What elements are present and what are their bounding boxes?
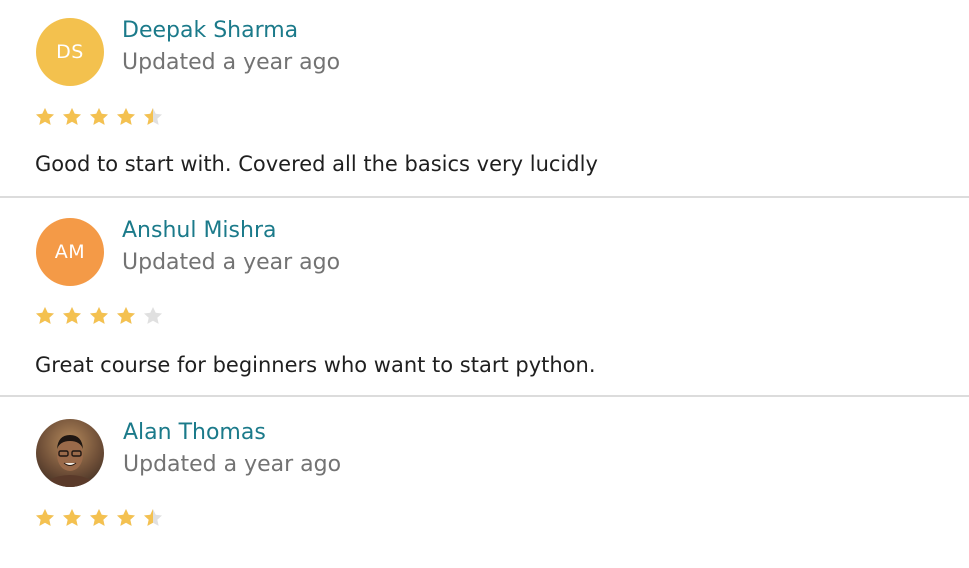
star-filled-icon	[36, 307, 54, 324]
review-date: Updated a year ago	[123, 452, 342, 477]
star-filled-icon	[90, 509, 108, 526]
star-rating	[34, 305, 164, 327]
star-half-icon	[144, 108, 162, 125]
review-item: Alan Thomas Updated a year ago	[0, 397, 969, 566]
star-empty-icon	[144, 307, 162, 324]
star-filled-icon	[90, 108, 108, 125]
review-date: Updated a year ago	[122, 50, 341, 75]
star-filled-icon	[117, 307, 135, 324]
review-item: DS Deepak Sharma Updated a year ago Good…	[0, 0, 969, 198]
user-photo-avatar	[36, 419, 104, 487]
star-rating	[34, 106, 164, 128]
star-filled-icon	[63, 509, 81, 526]
star-filled-icon	[36, 108, 54, 125]
star-half-icon	[144, 509, 162, 526]
review-item: AM Anshul Mishra Updated a year ago Grea…	[0, 198, 969, 397]
star-filled-icon	[90, 307, 108, 324]
avatar: AM	[36, 218, 104, 286]
star-filled-icon	[36, 509, 54, 526]
avatar: DS	[36, 18, 104, 86]
star-filled-icon	[63, 108, 81, 125]
user-photo-icon	[36, 419, 104, 487]
review-text: Good to start with. Covered all the basi…	[35, 152, 598, 176]
reviews-list: DS Deepak Sharma Updated a year ago Good…	[0, 0, 969, 566]
star-rating	[34, 507, 164, 529]
reviewer-name[interactable]: Deepak Sharma	[122, 18, 298, 43]
star-filled-icon	[117, 108, 135, 125]
reviewer-name[interactable]: Alan Thomas	[123, 420, 266, 445]
review-date: Updated a year ago	[122, 250, 341, 275]
review-text: Great course for beginners who want to s…	[35, 353, 596, 377]
reviewer-name[interactable]: Anshul Mishra	[122, 218, 276, 243]
star-filled-icon	[117, 509, 135, 526]
star-filled-icon	[63, 307, 81, 324]
